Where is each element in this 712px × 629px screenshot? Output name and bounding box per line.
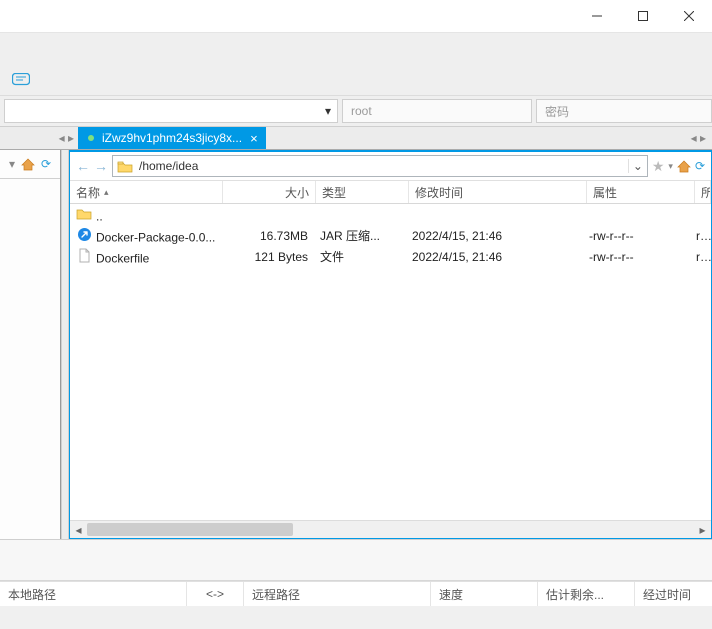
file-row[interactable]: Docker-Package-0.0... 16.73MB JAR 压缩... …: [70, 225, 711, 246]
status-eta[interactable]: 估计剩余...: [538, 582, 635, 606]
home-icon[interactable]: [21, 158, 35, 171]
path-text: /home/idea: [137, 159, 628, 173]
toolbar-upper: [0, 33, 712, 96]
refresh-icon[interactable]: ⟳: [41, 157, 51, 171]
col-name[interactable]: 名称▴: [70, 181, 223, 203]
close-button[interactable]: [666, 0, 712, 32]
bookmark-button[interactable]: ★: [652, 158, 665, 175]
host-dropdown[interactable]: ▾: [4, 99, 338, 123]
close-icon: [684, 11, 694, 21]
session-tab-active[interactable]: iZwz9hv1phm24s3jicy8x... ×: [78, 127, 266, 149]
minimize-button[interactable]: [574, 0, 620, 32]
forward-button[interactable]: →: [94, 158, 108, 174]
path-dropdown[interactable]: ⌄: [628, 159, 647, 173]
jar-file-icon: [76, 226, 92, 242]
parent-dir-row[interactable]: ..: [70, 204, 711, 225]
minimize-icon: [592, 11, 602, 21]
connection-bar: ▾ root 密码: [0, 96, 712, 127]
scroll-track[interactable]: [87, 521, 694, 538]
transfer-area: [0, 540, 712, 581]
home-button[interactable]: [677, 160, 691, 173]
scroll-left-button[interactable]: ◂: [70, 521, 87, 538]
address-bar: ← → /home/idea ⌄ ★ ▾ ⟳: [70, 152, 711, 181]
password-field[interactable]: 密码: [536, 99, 712, 123]
path-input[interactable]: /home/idea ⌄: [112, 155, 648, 177]
remote-panel: ← → /home/idea ⌄ ★ ▾ ⟳ 名称▴ 大小 类型 修改时间 属性…: [69, 150, 712, 539]
chevron-down-icon[interactable]: ▾: [9, 157, 15, 171]
folder-up-icon: [76, 206, 92, 222]
file-row[interactable]: Dockerfile 121 Bytes 文件 2022/4/15, 21:46…: [70, 246, 711, 267]
scroll-thumb[interactable]: [87, 523, 293, 536]
status-local-path[interactable]: 本地路径: [0, 582, 187, 606]
main-area: ▾ ⟳ ← → /home/idea ⌄ ★ ▾ ⟳: [0, 150, 712, 540]
split-handle[interactable]: [61, 150, 69, 539]
maximize-icon: [638, 11, 648, 21]
refresh-button[interactable]: ⟳: [695, 159, 705, 173]
tab-nav-right[interactable]: ◂ ▸: [266, 127, 712, 149]
horizontal-scrollbar[interactable]: ◂ ▸: [70, 520, 711, 538]
file-list-header: 名称▴ 大小 类型 修改时间 属性 所有: [70, 181, 711, 204]
col-owner[interactable]: 所有: [695, 181, 711, 203]
local-toolbar: ▾ ⟳: [0, 150, 60, 179]
status-speed[interactable]: 速度: [431, 582, 538, 606]
window-titlebar: [0, 0, 712, 33]
tab-nav-left[interactable]: ◂ ▸: [0, 127, 78, 149]
chat-icon[interactable]: [12, 73, 30, 87]
tab-close-button[interactable]: ×: [250, 131, 258, 146]
col-attributes[interactable]: 属性: [587, 181, 695, 203]
scroll-right-button[interactable]: ▸: [694, 521, 711, 538]
status-direction[interactable]: <->: [187, 582, 244, 606]
status-remote-path[interactable]: 远程路径: [244, 582, 431, 606]
session-tab-bar: ◂ ▸ iZwz9hv1phm24s3jicy8x... × ◂ ▸: [0, 127, 712, 150]
col-type[interactable]: 类型: [316, 181, 409, 203]
sort-asc-icon: ▴: [104, 187, 109, 198]
back-button[interactable]: ←: [76, 158, 90, 174]
status-elapsed[interactable]: 经过时间: [635, 582, 712, 606]
bookmark-dropdown[interactable]: ▾: [668, 161, 673, 172]
folder-icon: [117, 160, 133, 173]
username-field[interactable]: root: [342, 99, 532, 123]
file-list[interactable]: .. Docker-Package-0.0... 16.73MB JAR 压缩.…: [70, 204, 711, 520]
session-tab-label: iZwz9hv1phm24s3jicy8x...: [102, 131, 242, 145]
col-modified[interactable]: 修改时间: [409, 181, 587, 203]
col-size[interactable]: 大小: [223, 181, 316, 203]
chevron-down-icon: ▾: [325, 104, 331, 118]
file-icon: [76, 247, 92, 263]
transfer-status-header: 本地路径 <-> 远程路径 速度 估计剩余... 经过时间: [0, 581, 712, 606]
maximize-button[interactable]: [620, 0, 666, 32]
status-dot-icon: [88, 135, 94, 141]
local-panel: ▾ ⟳: [0, 150, 61, 539]
